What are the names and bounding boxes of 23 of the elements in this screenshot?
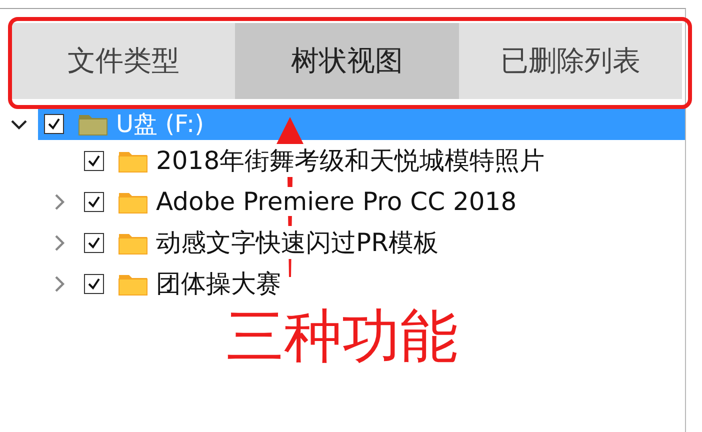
- tab[interactable]: 树状视图: [235, 23, 459, 99]
- tab[interactable]: 文件类型: [12, 23, 236, 99]
- checkmark-icon: [86, 276, 102, 292]
- checkbox[interactable]: [84, 150, 104, 170]
- checkbox[interactable]: [84, 232, 104, 252]
- folder-name: 2018年街舞考级和天悦城模特照片: [156, 144, 545, 177]
- checkmark-icon: [86, 234, 102, 250]
- folder-name: 动感文字快速闪过PR模板: [156, 226, 438, 259]
- checkbox[interactable]: [44, 114, 64, 134]
- folder-icon: [78, 112, 108, 136]
- tree-row[interactable]: 动感文字快速闪过PR模板: [78, 222, 685, 263]
- checkbox[interactable]: [84, 274, 104, 294]
- annotation-caption: 三种功能: [226, 305, 458, 369]
- checkbox[interactable]: [84, 192, 104, 212]
- folder-name: U盘 (F:): [116, 109, 204, 140]
- checkmark-icon: [86, 152, 102, 168]
- checkmark-icon: [46, 116, 62, 132]
- tree-row[interactable]: Adobe Premiere Pro CC 2018: [78, 181, 685, 222]
- tab[interactable]: 已删除列表: [458, 23, 682, 99]
- folder-name: Adobe Premiere Pro CC 2018: [156, 187, 517, 216]
- checkmark-icon: [86, 194, 102, 210]
- tree-row[interactable]: 团体操大赛: [78, 263, 685, 304]
- tree-row[interactable]: 2018年街舞考级和天悦城模特照片: [78, 140, 685, 181]
